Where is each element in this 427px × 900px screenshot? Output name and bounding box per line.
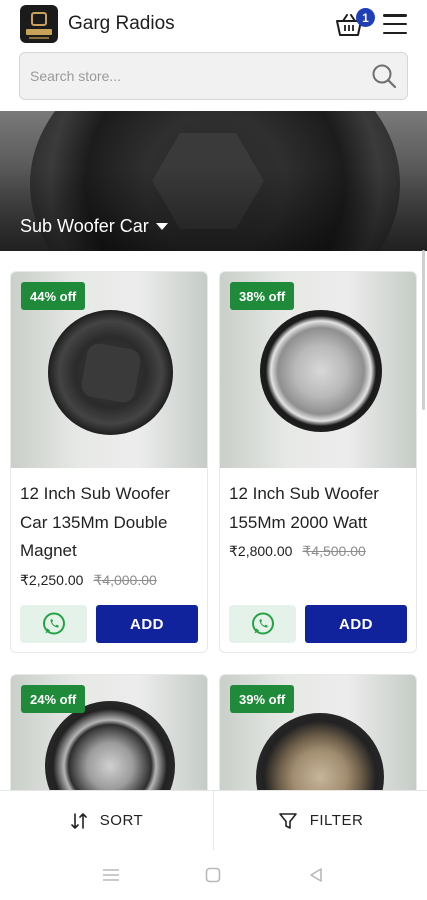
category-label: Sub Woofer Car [20, 216, 149, 236]
whatsapp-icon [42, 612, 65, 635]
whatsapp-button[interactable] [20, 605, 87, 643]
back-button[interactable] [301, 860, 331, 890]
sort-button[interactable]: SORT [0, 791, 213, 850]
product-title[interactable]: 12 Inch Sub Woofer Car 135Mm Double Magn… [11, 468, 207, 566]
search-input[interactable] [30, 68, 371, 84]
product-image[interactable]: 38% off [220, 272, 416, 468]
discount-badge: 39% off [230, 685, 295, 713]
category-banner[interactable]: Sub Woofer Car [0, 111, 427, 251]
caret-down-icon [155, 223, 168, 230]
cart-button[interactable]: 1 [335, 8, 375, 39]
product-image[interactable]: 44% off [11, 272, 207, 468]
discount-badge: 38% off [230, 282, 295, 310]
hamburger-menu-button[interactable] [383, 14, 407, 34]
filter-icon [278, 812, 297, 829]
search-icon[interactable] [371, 63, 397, 89]
product-card[interactable]: 44% off 12 Inch Sub Woofer Car 135Mm Dou… [10, 271, 208, 653]
cart-count-badge: 1 [356, 8, 375, 27]
recent-apps-button[interactable] [96, 860, 126, 890]
search-bar[interactable] [19, 52, 408, 100]
filter-button[interactable]: FILTER [213, 791, 427, 850]
product-card[interactable]: 38% off 12 Inch Sub Woofer 155Mm 2000 Wa… [219, 271, 417, 653]
discount-badge: 44% off [21, 282, 86, 310]
product-price: ₹2,800.00 [229, 543, 293, 559]
sort-filter-bar: SORT FILTER [0, 790, 427, 850]
home-button[interactable] [198, 860, 228, 890]
hamburger-icon [383, 14, 407, 17]
add-to-cart-button[interactable]: ADD [305, 605, 407, 643]
product-mrp: ₹4,500.00 [302, 543, 366, 559]
sort-label: SORT [99, 812, 144, 829]
category-selector[interactable]: Sub Woofer Car [20, 216, 168, 237]
product-price: ₹2,250.00 [20, 571, 84, 588]
add-to-cart-button[interactable]: ADD [96, 605, 198, 643]
whatsapp-icon [251, 612, 274, 635]
system-navigation-bar [0, 850, 427, 900]
discount-badge: 24% off [21, 685, 86, 713]
back-triangle-icon [310, 868, 322, 882]
scrollbar[interactable] [422, 250, 425, 410]
product-mrp: ₹4,000.00 [93, 571, 157, 588]
menu-lines-icon [103, 869, 120, 881]
app-header: Garg Radios 1 [0, 0, 427, 48]
home-square-icon [206, 867, 221, 883]
sort-icon [70, 812, 87, 829]
filter-label: FILTER [309, 812, 364, 829]
whatsapp-button[interactable] [229, 605, 296, 643]
brand-logo[interactable] [20, 5, 58, 43]
product-title[interactable]: 12 Inch Sub Woofer 155Mm 2000 Watt [220, 468, 416, 537]
store-name: Garg Radios [68, 13, 175, 34]
